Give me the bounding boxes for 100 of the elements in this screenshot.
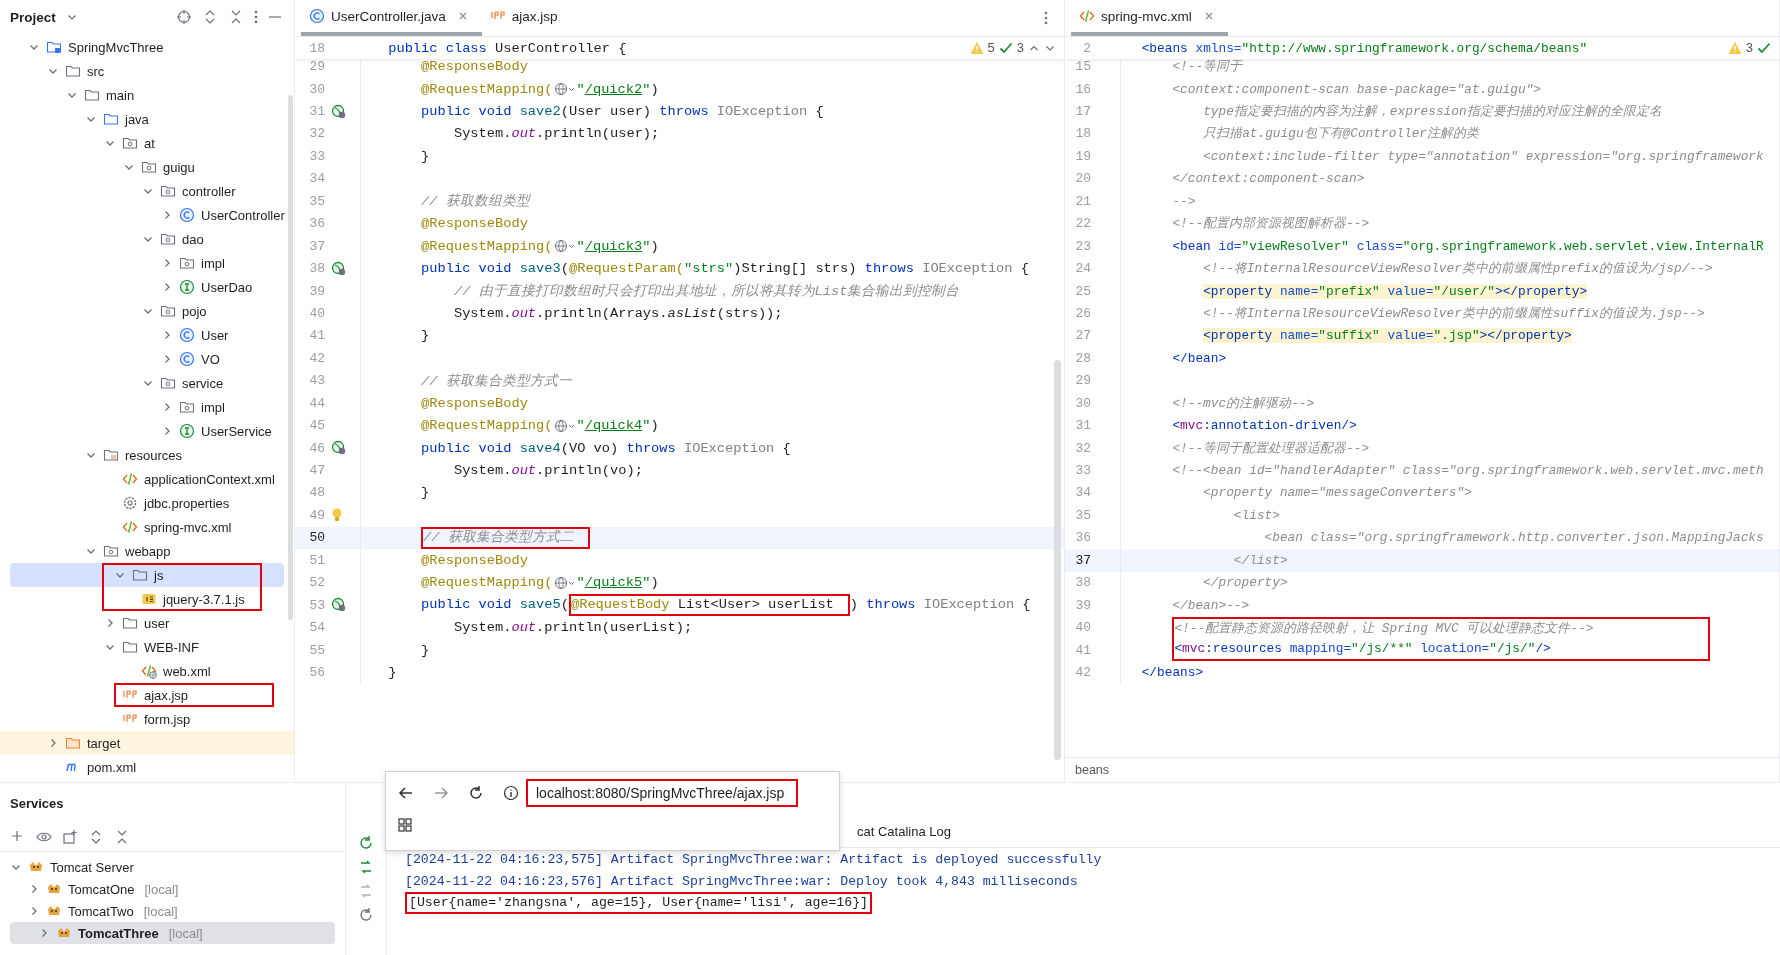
scrollbar-thumb[interactable] [288, 95, 293, 620]
tree-item[interactable]: VO [0, 347, 284, 371]
check-icon [1757, 40, 1771, 55]
back-arrow-icon[interactable] [398, 785, 414, 801]
web-endpoint-icon[interactable] [331, 597, 347, 614]
rerun-icon[interactable] [358, 835, 374, 851]
code-line: @RequestMapping( "/quick4") [420, 418, 659, 434]
tree-item[interactable]: SpringMvcThree [0, 35, 284, 59]
class-icon [179, 207, 195, 223]
folder-icon [65, 63, 81, 79]
web-endpoint-icon[interactable] [331, 260, 347, 277]
server-node[interactable]: TomcatTwo [local] [0, 900, 335, 922]
tree-item[interactable]: service [0, 371, 284, 395]
code-line: @RequestMapping( "/quick5") [420, 575, 659, 591]
line-number: 47 [308, 463, 325, 479]
line-number: 49 [308, 507, 325, 523]
tree-item[interactable]: js [10, 563, 284, 587]
tree-item[interactable]: jdbc.properties [0, 491, 284, 515]
refresh-icon[interactable] [358, 907, 374, 923]
reload-icon[interactable] [468, 785, 484, 801]
tree-item[interactable]: form.jsp [0, 707, 284, 731]
web-endpoint-icon[interactable] [331, 103, 347, 120]
code-line: } [420, 148, 430, 164]
globe-icon[interactable] [553, 239, 576, 254]
tree-item[interactable]: UserController [0, 203, 284, 227]
tree-item[interactable]: resources [0, 443, 284, 467]
tree-item[interactable]: webapp [0, 539, 284, 563]
new-tab-icon[interactable] [62, 829, 78, 845]
more-options-icon[interactable] [1044, 11, 1048, 25]
server-node[interactable]: Tomcat Server [0, 856, 335, 878]
editor-tab[interactable]: ajax.jsp [481, 0, 572, 36]
tree-item[interactable]: guigu [0, 155, 284, 179]
close-icon[interactable] [1203, 11, 1214, 21]
tree-item[interactable]: UserService [0, 419, 284, 443]
tree-item[interactable]: User [0, 323, 284, 347]
code-line: public void save5(@RequestBody List<User> userList ) throws IOException { [380, 594, 1031, 617]
forward-arrow-icon[interactable] [433, 785, 449, 801]
tree-item[interactable]: ajax.jsp [0, 683, 284, 707]
server-node[interactable]: TomcatThree [local] [10, 922, 335, 944]
tree-item[interactable]: pojo [0, 299, 284, 323]
console-tab[interactable]: cat Catalina Log [857, 824, 951, 847]
web-endpoint-icon[interactable] [331, 440, 347, 457]
tree-item[interactable]: WEB-INF [0, 635, 284, 659]
line-number: 33 [308, 148, 325, 164]
tree-item[interactable]: applicationContext.xml [0, 467, 284, 491]
source-folder-icon [103, 111, 119, 127]
line-number: 40 [308, 305, 325, 321]
locate-icon[interactable] [176, 9, 192, 25]
line-number: 50 [308, 530, 325, 546]
tree-item[interactable]: UserDao [0, 275, 284, 299]
tree-item[interactable]: impl [0, 251, 284, 275]
tree-item[interactable]: java [0, 107, 284, 131]
class-icon [309, 8, 325, 24]
gear-icon [122, 495, 138, 511]
panel-title[interactable]: Project [10, 9, 56, 25]
panel-title: Services [9, 794, 65, 813]
globe-icon[interactable] [553, 418, 576, 433]
line-number: 44 [308, 395, 325, 411]
tree-item[interactable]: web.xml [0, 659, 284, 683]
code-line: <mvc:annotation-driven/> [1171, 418, 1357, 434]
code-line: } [420, 642, 430, 658]
js-file-icon [141, 591, 157, 607]
tree-item[interactable]: pom.xml [0, 755, 284, 779]
line-number: 37 [1074, 552, 1091, 568]
apps-grid-icon[interactable] [398, 818, 412, 832]
code-line: </beans> [1140, 664, 1204, 680]
package-folder-icon [160, 375, 176, 391]
line-number: 38 [308, 261, 325, 277]
more-options-icon[interactable] [254, 10, 258, 24]
tree-item[interactable]: main [0, 83, 284, 107]
close-icon[interactable] [457, 11, 468, 21]
tree-item[interactable]: spring-mvc.xml [0, 515, 284, 539]
code-line: // 由于直接打印数组时只会打印出其地址，所以将其转为List集合输出到控制台 [452, 282, 960, 301]
tree-item[interactable]: dao [0, 227, 284, 251]
module-folder-icon [46, 39, 62, 55]
scrollbar-thumb[interactable] [1054, 360, 1061, 760]
line-number: 41 [308, 328, 325, 344]
line-number: 26 [1074, 305, 1091, 321]
code-line: </context:component-scan> [1171, 171, 1365, 187]
tree-item[interactable]: controller [0, 179, 284, 203]
tree-item[interactable]: impl [0, 395, 284, 419]
info-icon[interactable] [503, 785, 519, 801]
code-line: <!--将InternalResourceViewResolver类中的前缀属性prefix的值设为/jsp/--> [1202, 260, 1713, 278]
tree-item[interactable]: target [0, 731, 294, 755]
line-number: 46 [308, 440, 325, 456]
code-line: <bean class="org.springframework.http.converter.json.MappingJacks [1263, 530, 1764, 546]
tree-item[interactable]: jquery-3.7.1.js [0, 587, 284, 611]
code-line: <property name="prefix" value="/user/"></property> [1202, 283, 1588, 299]
line-number: 34 [308, 171, 325, 187]
deploy-icon[interactable] [358, 859, 374, 875]
tree-item[interactable]: user [0, 611, 284, 635]
server-node[interactable]: TomcatOne [local] [0, 878, 335, 900]
globe-icon[interactable] [553, 575, 576, 590]
tree-item[interactable]: src [0, 59, 284, 83]
tree-item[interactable]: at [0, 131, 284, 155]
folder-icon [65, 735, 81, 751]
breadcrumb[interactable]: beans [1075, 763, 1110, 777]
globe-icon[interactable] [553, 81, 576, 96]
address-bar[interactable]: localhost:8080/SpringMvcThree/ajax.jsp [526, 779, 799, 807]
line-number: 28 [1074, 350, 1091, 366]
